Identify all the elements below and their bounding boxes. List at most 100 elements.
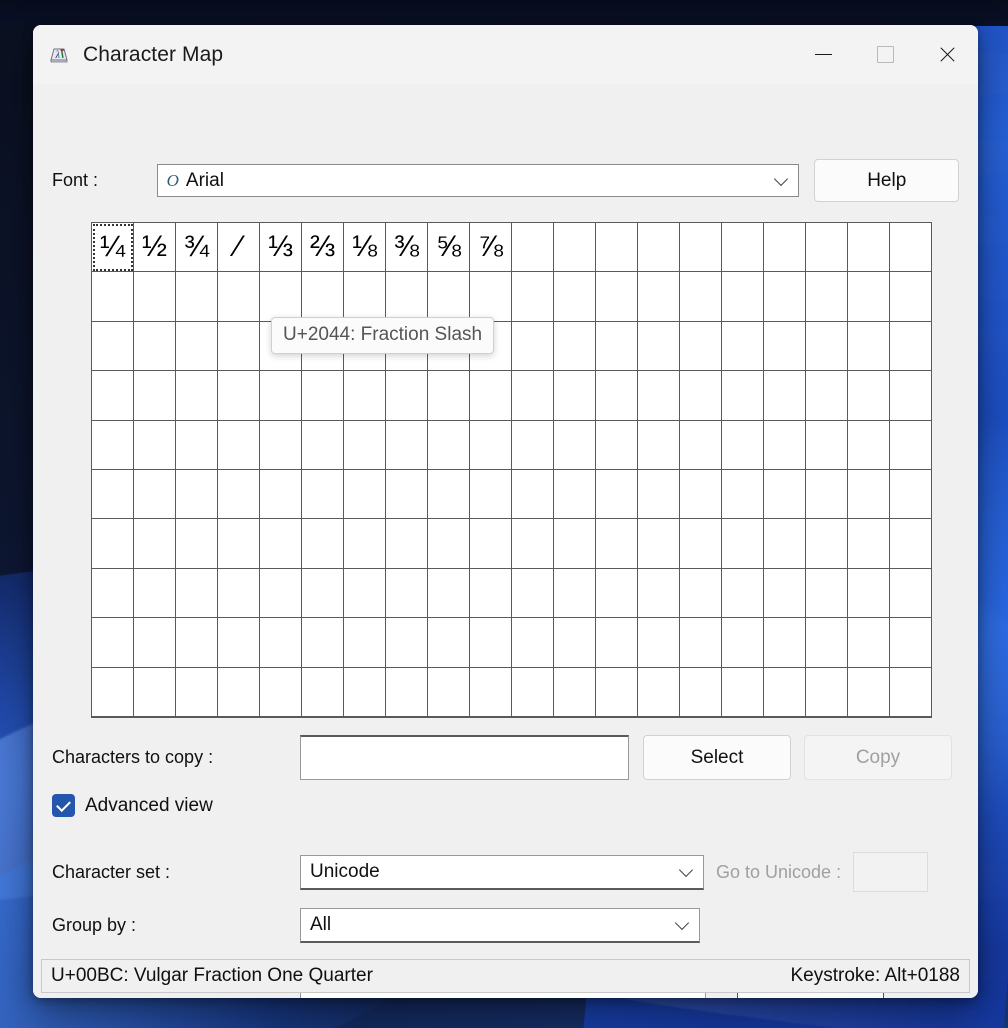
character-cell[interactable]	[512, 272, 554, 322]
character-grid[interactable]: ¼ ½ ¾ ⁄ ⅓ ⅔ ⅛ ⅜ ⅝ ⅞	[92, 223, 932, 717]
character-set-select[interactable]: Unicode	[300, 854, 704, 890]
character-cell[interactable]	[680, 618, 722, 668]
character-cell[interactable]	[428, 618, 470, 668]
character-cell[interactable]	[428, 371, 470, 421]
character-cell[interactable]	[512, 321, 554, 372]
advanced-view-checkbox[interactable]	[52, 794, 75, 817]
character-cell[interactable]	[92, 321, 134, 372]
character-cell[interactable]	[218, 420, 260, 470]
group-by-select[interactable]: All	[300, 908, 700, 943]
character-cell[interactable]	[638, 519, 680, 569]
character-cell[interactable]	[554, 667, 596, 717]
character-cell[interactable]	[764, 519, 806, 569]
character-cell[interactable]	[806, 519, 848, 569]
character-cell[interactable]	[176, 568, 218, 619]
character-cell[interactable]	[596, 272, 638, 322]
character-cell[interactable]	[386, 667, 428, 717]
character-cell[interactable]	[638, 420, 680, 470]
character-cell[interactable]	[470, 667, 512, 717]
character-cell[interactable]	[764, 223, 806, 273]
character-cell[interactable]	[764, 371, 806, 421]
character-cell[interactable]	[680, 568, 722, 619]
maximize-button[interactable]	[854, 25, 916, 84]
character-cell[interactable]	[680, 420, 722, 470]
character-cell[interactable]	[134, 618, 176, 668]
character-cell[interactable]	[134, 519, 176, 569]
character-cell[interactable]	[554, 420, 596, 470]
character-cell[interactable]	[428, 420, 470, 470]
character-cell[interactable]	[890, 569, 932, 619]
character-cell[interactable]	[260, 469, 302, 520]
character-cell[interactable]	[512, 618, 554, 668]
character-cell[interactable]	[638, 618, 680, 668]
character-cell[interactable]	[722, 568, 764, 619]
character-cell[interactable]	[218, 321, 260, 372]
character-cell[interactable]	[722, 420, 764, 470]
characters-to-copy-input[interactable]	[300, 735, 629, 780]
character-cell[interactable]	[764, 568, 806, 619]
character-cell[interactable]	[218, 469, 260, 520]
character-cell[interactable]	[134, 420, 176, 470]
character-cell[interactable]	[92, 519, 134, 569]
copy-button[interactable]: Copy	[804, 735, 952, 780]
character-cell[interactable]	[344, 568, 386, 619]
advanced-view-row[interactable]: Advanced view	[52, 794, 213, 817]
character-cell[interactable]	[554, 371, 596, 421]
character-cell[interactable]	[512, 223, 554, 273]
character-cell[interactable]	[176, 618, 218, 668]
character-cell[interactable]	[470, 371, 512, 421]
character-cell[interactable]	[680, 223, 722, 273]
character-cell[interactable]	[806, 420, 848, 470]
character-cell[interactable]	[176, 371, 218, 421]
character-cell[interactable]	[134, 469, 176, 520]
character-cell[interactable]	[470, 519, 512, 569]
character-cell[interactable]: ⅞	[470, 223, 512, 273]
character-cell[interactable]	[302, 272, 344, 322]
character-cell[interactable]	[302, 667, 344, 717]
character-cell[interactable]	[302, 568, 344, 619]
character-cell[interactable]	[176, 519, 218, 569]
character-cell[interactable]	[890, 421, 932, 470]
character-cell[interactable]	[806, 371, 848, 421]
character-cell[interactable]	[764, 667, 806, 717]
font-select[interactable]: O Arial	[156, 164, 800, 197]
character-cell[interactable]	[806, 223, 848, 273]
character-cell[interactable]	[596, 667, 638, 717]
character-cell[interactable]	[470, 469, 512, 520]
character-cell[interactable]	[890, 470, 932, 520]
character-cell[interactable]	[848, 667, 890, 717]
character-cell[interactable]	[470, 568, 512, 619]
character-cell[interactable]	[386, 371, 428, 421]
character-cell[interactable]	[596, 618, 638, 668]
character-cell[interactable]: ½	[134, 223, 176, 273]
character-cell[interactable]	[218, 519, 260, 569]
character-cell[interactable]	[512, 420, 554, 470]
character-cell[interactable]	[806, 618, 848, 668]
character-cell[interactable]	[806, 568, 848, 619]
character-cell[interactable]	[512, 371, 554, 421]
character-cell[interactable]	[176, 667, 218, 717]
character-cell[interactable]	[638, 223, 680, 273]
character-cell[interactable]	[890, 519, 932, 569]
character-cell[interactable]	[722, 469, 764, 520]
character-cell[interactable]	[260, 371, 302, 421]
character-cell[interactable]	[386, 568, 428, 619]
character-cell[interactable]	[806, 321, 848, 372]
character-cell[interactable]: ¾	[176, 223, 218, 273]
character-cell[interactable]	[680, 272, 722, 322]
character-cell[interactable]	[428, 272, 470, 322]
character-cell[interactable]	[92, 469, 134, 520]
character-cell[interactable]	[764, 321, 806, 372]
character-cell[interactable]	[890, 668, 932, 717]
character-cell[interactable]	[92, 420, 134, 470]
character-cell[interactable]	[848, 469, 890, 520]
character-cell[interactable]	[764, 272, 806, 322]
character-cell[interactable]	[260, 618, 302, 668]
character-cell[interactable]	[176, 420, 218, 470]
character-cell[interactable]: ⅛	[344, 223, 386, 273]
character-cell[interactable]	[386, 420, 428, 470]
character-cell[interactable]	[806, 272, 848, 322]
character-cell[interactable]	[428, 519, 470, 569]
character-cell[interactable]	[638, 371, 680, 421]
character-cell[interactable]	[386, 618, 428, 668]
